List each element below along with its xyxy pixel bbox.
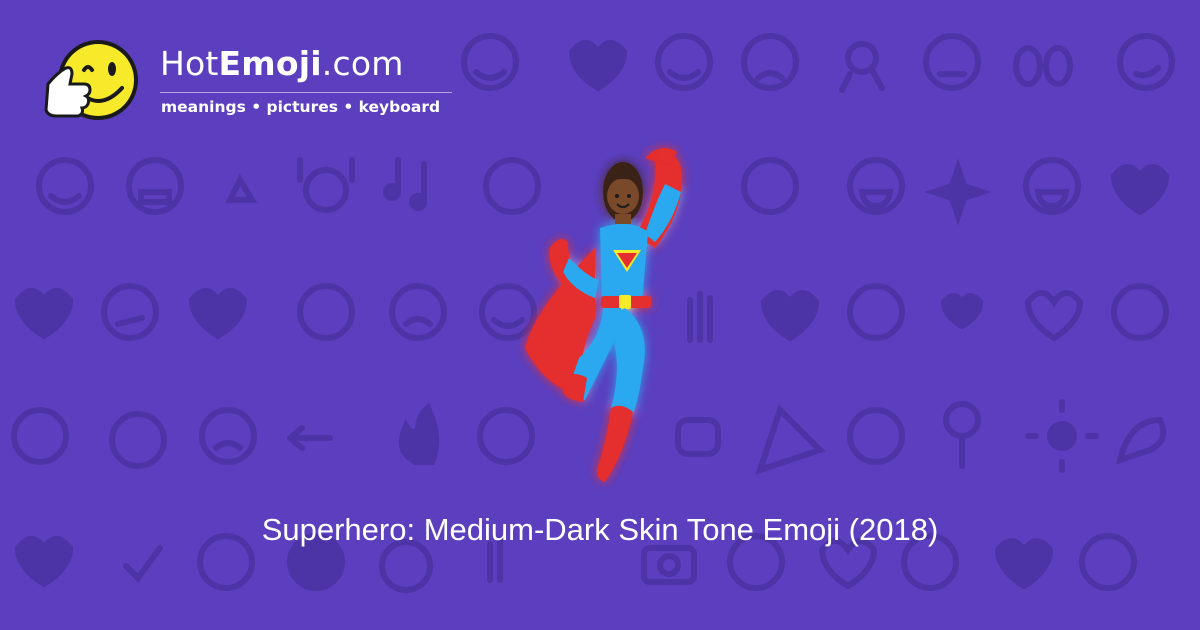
tired-face-icon — [741, 33, 799, 91]
heart-icon — [940, 293, 984, 330]
sleeping-face-icon — [741, 157, 799, 215]
flexed-biceps-icon — [1115, 416, 1167, 465]
tongue-face-icon — [847, 407, 905, 465]
heart-icon — [568, 40, 628, 92]
site-logo[interactable]: HotEmoji.com meanings • pictures • keybo… — [40, 34, 460, 134]
sparkles-icon — [924, 158, 992, 226]
monkey-icon — [1111, 283, 1169, 341]
brand-bold: Emoji — [218, 44, 322, 83]
frowning-face-icon — [389, 283, 447, 341]
brand-prefix: Hot — [160, 44, 219, 83]
eyes-icon — [1013, 45, 1073, 87]
brand-divider — [160, 92, 452, 93]
smiley-face-icon — [655, 33, 713, 91]
smiley-face-icon — [461, 33, 519, 91]
anguished-face-icon — [847, 283, 905, 341]
heart-icon — [188, 288, 248, 340]
arrow-left-icon — [287, 425, 333, 451]
heart-arrow-icon — [760, 290, 820, 342]
brand-suffix: .com — [321, 44, 404, 83]
music-note-icon — [383, 157, 427, 211]
grinning-face-icon — [847, 157, 905, 215]
party-popper-icon — [755, 404, 826, 475]
brand-name: HotEmoji.com — [160, 44, 404, 83]
neutral-face-icon — [923, 33, 981, 91]
grimace-face-icon — [126, 157, 184, 215]
screaming-face-icon — [11, 407, 69, 465]
rose-icon — [943, 401, 981, 469]
site-tagline: meanings • pictures • keyboard — [161, 98, 441, 116]
ok-hand-icon — [839, 41, 885, 93]
emoji-caption: Superhero: Medium-Dark Skin Tone Emoji (… — [261, 512, 939, 547]
recycle-icon — [225, 173, 258, 203]
broken-heart-icon — [14, 288, 74, 340]
angry-face-icon — [199, 407, 257, 465]
thumbs-up-smiley-icon — [44, 40, 138, 120]
tongue-face-icon — [297, 283, 355, 341]
camera-icon — [641, 545, 697, 585]
grinning-face-icon — [1023, 157, 1081, 215]
smirk-face-icon — [1117, 33, 1175, 91]
cat-face-icon — [379, 539, 433, 593]
confused-face-icon — [101, 283, 159, 341]
raising-hands-icon — [297, 157, 355, 213]
sun-icon — [1025, 399, 1099, 473]
smiley-face-icon — [36, 157, 94, 215]
devil-face-icon — [109, 411, 167, 469]
fire-icon — [398, 403, 440, 465]
heart-icon — [1024, 290, 1084, 342]
superhero-emoji-image — [525, 148, 682, 482]
heart-icon — [1110, 164, 1170, 216]
check-icon — [123, 545, 163, 583]
